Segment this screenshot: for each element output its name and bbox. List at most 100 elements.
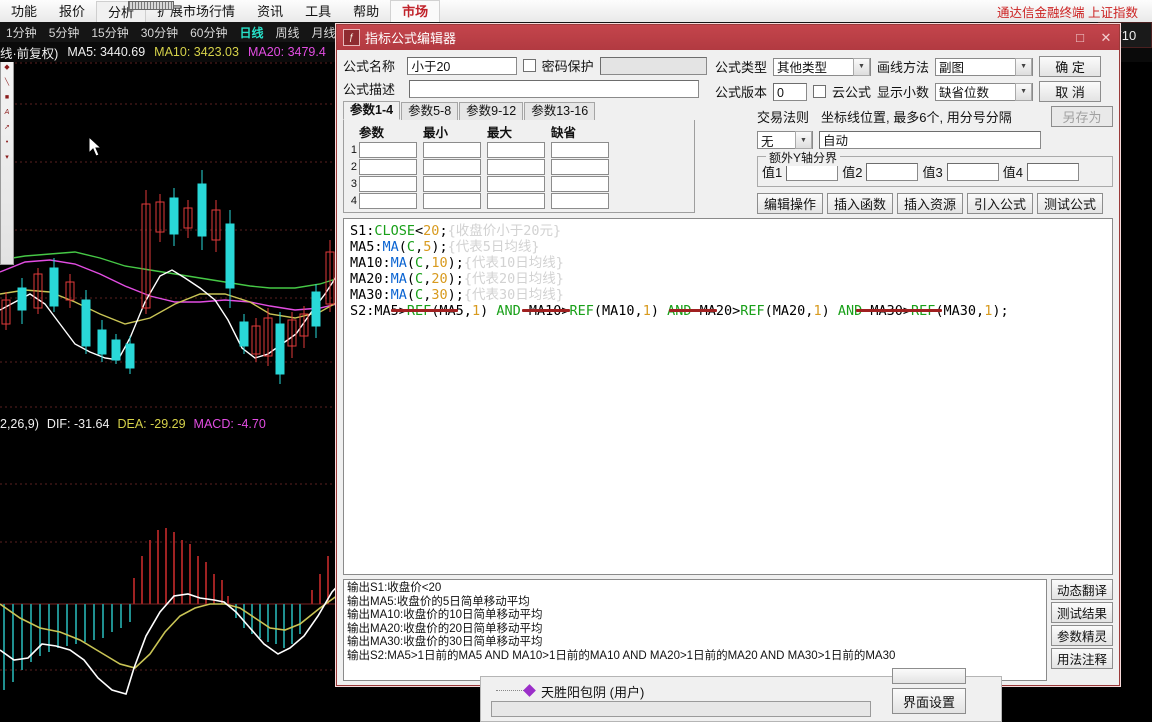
cloud-formula-checkbox[interactable] [813, 85, 827, 98]
period-15min[interactable]: 15分钟 [85, 24, 134, 41]
password-input[interactable] [599, 56, 707, 75]
window-grip[interactable] [128, 1, 174, 10]
test-formula-button[interactable]: 测试公式 [1037, 193, 1103, 214]
param-tab-5-8[interactable]: 参数5-8 [401, 102, 459, 120]
param-cell-default[interactable] [551, 142, 609, 158]
param-cell-min[interactable] [423, 159, 481, 175]
insert-resource-button[interactable]: 插入资源 [897, 193, 963, 214]
param-cell-max[interactable] [487, 142, 545, 158]
table-row: 1 [347, 142, 691, 158]
dialog-titlebar[interactable]: ƒ 指标公式编辑器 □ ✕ [337, 25, 1119, 50]
import-formula-button[interactable]: 引入公式 [967, 193, 1033, 214]
password-protect-checkbox[interactable] [522, 59, 536, 72]
more-icon[interactable]: ▾ [3, 154, 11, 162]
formula-name-input[interactable]: 小于20 [407, 56, 517, 75]
insert-function-button[interactable]: 插入函数 [827, 193, 893, 214]
axis-position-input[interactable]: 自动 [819, 131, 1041, 149]
macd-chart[interactable] [0, 432, 345, 720]
param-cell-name[interactable] [359, 142, 417, 158]
rect-icon[interactable]: ■ [3, 94, 11, 102]
period-30min[interactable]: 30分钟 [135, 24, 184, 41]
param-cell-default[interactable] [551, 159, 609, 175]
test-result-button[interactable]: 测试结果 [1051, 602, 1113, 623]
param-cell-max[interactable] [487, 159, 545, 175]
param-col-max: 最大 [487, 126, 513, 140]
ui-settings-button-top[interactable] [892, 668, 966, 684]
decimal-display-label: 显示小数 [877, 85, 930, 100]
value2-input[interactable] [866, 162, 919, 181]
menu-tab-market[interactable]: 市场 [390, 0, 441, 23]
formula-version-input[interactable]: 0 [773, 82, 808, 101]
chevron-down-icon[interactable]: ▼ [1015, 82, 1033, 101]
decimal-display-select[interactable]: 缺省位数 ▼ [935, 82, 1034, 101]
save-as-button[interactable]: 另存为 [1051, 106, 1113, 127]
maximize-icon[interactable]: □ [1067, 30, 1093, 45]
menu-item-6[interactable]: 帮助 [342, 1, 390, 22]
param-cell-name[interactable] [359, 159, 417, 175]
draw-method-select[interactable]: 副图 ▼ [935, 57, 1034, 76]
table-row: 4 [347, 193, 691, 209]
price-chart[interactable]: ←3202.34 [0, 62, 345, 414]
param-cell-max[interactable] [487, 193, 545, 209]
trade-rule-header-row: 交易法则 坐标线位置, 最多6个, 用分号分隔 另存为 [715, 106, 1113, 127]
param-wizard-button[interactable]: 参数精灵 [1051, 625, 1113, 646]
formula-code-editor[interactable]: S1:CLOSE<20;{收盘价小于20元} MA5:MA(C,5);{代表5日… [343, 218, 1113, 575]
edit-ops-button[interactable]: 编辑操作 [757, 193, 823, 214]
list-item[interactable]: 天胜阳包阴 (用户) [541, 682, 644, 701]
formula-code-text[interactable]: S1:CLOSE<20;{收盘价小于20元} MA5:MA(C,5);{代表5日… [344, 219, 1112, 323]
period-daily[interactable]: 日线 [233, 24, 269, 41]
formula-type-select[interactable]: 其他类型 ▼ [773, 57, 872, 76]
password-protect-label: 密码保护 [541, 59, 594, 74]
menu-item-5[interactable]: 工具 [294, 1, 342, 22]
param-cell-default[interactable] [551, 193, 609, 209]
period-5min[interactable]: 5分钟 [43, 24, 86, 41]
param-tab-1-4[interactable]: 参数1-4 [343, 101, 401, 120]
value3-input[interactable] [946, 162, 999, 181]
progress-bar [491, 701, 871, 717]
param-cell-default[interactable] [551, 176, 609, 192]
usage-notes-button[interactable]: 用法注释 [1051, 648, 1113, 669]
main-menubar[interactable]: 功能 报价 分析 扩展市场行情 资讯 工具 帮助 市场 通达信金融终端 上证指数 [0, 0, 1152, 23]
param-cell-name[interactable] [359, 193, 417, 209]
line-icon[interactable]: ╲ [3, 79, 11, 87]
param-cell-max[interactable] [487, 176, 545, 192]
param-cell-min[interactable] [423, 176, 481, 192]
tree-connector [496, 690, 524, 692]
trade-rule-select[interactable]: 无 ▼ [757, 131, 813, 149]
arrow-icon[interactable]: ➚ [3, 124, 11, 132]
dialog-body: 公式名称 小于20 密码保护 公式描述 参数1-4 参数5-8 参数9-12 参… [337, 50, 1119, 685]
param-tab-9-12[interactable]: 参数9-12 [459, 102, 524, 120]
ok-button[interactable]: 确 定 [1039, 56, 1102, 77]
period-60min[interactable]: 60分钟 [184, 24, 233, 41]
param-tabs[interactable]: 参数1-4 参数5-8 参数9-12 参数13-16 [343, 101, 707, 120]
param-row-num: 1 [350, 144, 357, 156]
dot-icon[interactable]: • [3, 139, 11, 147]
text-icon[interactable]: A [3, 109, 11, 117]
menu-item-1[interactable]: 报价 [48, 1, 96, 22]
period-1min[interactable]: 1分钟 [0, 24, 43, 41]
formula-desc-input[interactable] [409, 79, 699, 98]
chart-left-toolbar[interactable]: ◆ ╲ ■ A ➚ • ▾ [0, 60, 14, 265]
formula-name-label: 公式名称 [343, 59, 396, 74]
menu-item-0[interactable]: 功能 [0, 1, 48, 22]
ui-settings-button[interactable]: 界面设置 [892, 688, 966, 714]
annotation-underline-4 [856, 309, 942, 312]
formula-editor-dialog[interactable]: ƒ 指标公式编辑器 □ ✕ 公式名称 小于20 密码保护 公式描述 参数1-4 … [336, 24, 1120, 686]
dialog-left-column: 公式名称 小于20 密码保护 公式描述 参数1-4 参数5-8 参数9-12 参… [343, 56, 707, 214]
param-cell-min[interactable] [423, 142, 481, 158]
annotation-underline-1 [391, 309, 458, 312]
close-icon[interactable]: ✕ [1093, 30, 1119, 46]
chevron-down-icon[interactable]: ▼ [853, 57, 871, 76]
param-tab-13-16[interactable]: 参数13-16 [524, 102, 596, 120]
chevron-down-icon[interactable]: ▼ [795, 131, 812, 149]
menu-item-4[interactable]: 资讯 [246, 1, 294, 22]
trade-rule-row: 无 ▼ 自动 [715, 131, 1113, 149]
cursor-icon[interactable]: ◆ [3, 64, 11, 72]
param-cell-name[interactable] [359, 176, 417, 192]
value4-input[interactable] [1026, 162, 1079, 181]
cancel-button[interactable]: 取 消 [1039, 81, 1102, 102]
param-cell-min[interactable] [423, 193, 481, 209]
chevron-down-icon[interactable]: ▼ [1015, 57, 1033, 76]
period-weekly[interactable]: 周线 [269, 24, 305, 41]
dynamic-translate-button[interactable]: 动态翻译 [1051, 579, 1113, 600]
